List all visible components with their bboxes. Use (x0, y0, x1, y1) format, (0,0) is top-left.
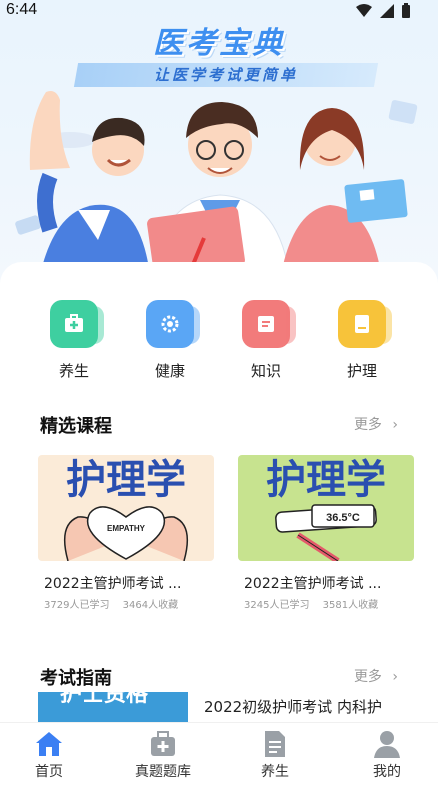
featured-section-title: 精选课程 (40, 416, 112, 437)
category-yangsheng[interactable]: 养生 (24, 300, 124, 381)
medical-bag-icon (151, 731, 175, 756)
course-card[interactable]: 护理学 36.5°C 2022主管护师考试 ... 3245人已学习 3581人… (238, 455, 414, 611)
chevron-right-icon: › (392, 669, 398, 685)
bottom-nav: 首页 真题题库 养生 我的 (0, 722, 438, 788)
category-label: 护理 (346, 362, 377, 380)
heart-hands-icon: EMPATHY (63, 506, 189, 561)
guide-thumbnail: 护士资格 (38, 692, 188, 722)
course-thumbnail: 护理学 36.5°C (238, 455, 414, 561)
course-card[interactable]: 护理学 EMPATHY 2022主管护师考试 ... 3729人已学习 3464… (38, 455, 214, 611)
course-name: 2022主管护师考试 ... (244, 576, 382, 592)
nav-label: 养生 (261, 764, 289, 780)
nav-profile[interactable]: 我的 (332, 727, 438, 781)
guide-section-title: 考试指南 (40, 668, 112, 689)
document-icon (265, 731, 285, 757)
empathy-caption: EMPATHY (107, 524, 146, 533)
chevron-right-icon: › (392, 417, 398, 433)
signal-icon (380, 3, 394, 18)
category-label: 养生 (58, 362, 89, 380)
category-jiankang[interactable]: 健康 (120, 300, 220, 381)
course-name: 2022主管护师考试 ... (44, 576, 182, 592)
course-favorites: 3464人收藏 (122, 600, 179, 611)
doctors-illustration (15, 91, 418, 280)
nav-health[interactable]: 养生 (220, 727, 330, 781)
thermometer-icon: 36.5°C (275, 504, 377, 561)
profile-icon (374, 731, 400, 758)
category-zhishi[interactable]: 知识 (216, 300, 316, 381)
course-favorites: 3581人收藏 (322, 600, 379, 611)
more-label: 更多 (353, 417, 382, 433)
guide-item-title: 2022初级护师考试 内科护 (204, 698, 382, 716)
status-bar: 6:44 (0, 0, 438, 26)
course-meta: 3729人已学习 3464人收藏 (44, 596, 214, 611)
nav-label: 我的 (373, 764, 401, 780)
more-label: 更多 (353, 669, 382, 685)
guide-item[interactable]: 护士资格 2022初级护师考试 内科护 (38, 692, 408, 722)
knowledge-card-icon (242, 300, 296, 348)
medical-kit-icon (50, 300, 104, 348)
nav-home[interactable]: 首页 (0, 727, 104, 781)
course-thumbnail: 护理学 EMPATHY (38, 455, 214, 561)
category-label: 知识 (250, 362, 281, 380)
nursing-book-icon (338, 300, 392, 348)
course-learners: 3245人已学习 (244, 600, 310, 611)
category-grid: 养生 健康 知识 护理 (0, 300, 438, 390)
battery-icon (402, 3, 410, 18)
wifi-icon (356, 3, 372, 17)
health-gear-icon (146, 300, 200, 348)
status-time: 6:44 (6, 1, 38, 18)
temperature-caption: 36.5°C (326, 512, 360, 524)
nav-label: 首页 (35, 764, 63, 780)
category-huli[interactable]: 护理 (312, 300, 412, 381)
nav-question-bank[interactable]: 真题题库 (108, 727, 218, 781)
nav-label: 真题题库 (135, 764, 191, 780)
guide-more-link[interactable]: 更多 › (354, 666, 398, 686)
home-icon (36, 732, 62, 756)
course-learners: 3729人已学习 (44, 600, 110, 611)
course-meta: 3245人已学习 3581人收藏 (244, 596, 414, 611)
hero-banner: 医考宝典 让医学考试更简单 (0, 0, 438, 290)
featured-more-link[interactable]: 更多 › (354, 414, 398, 434)
guide-thumb-text: 护士资格 (60, 692, 149, 707)
category-label: 健康 (154, 362, 185, 380)
status-icons (356, 3, 410, 18)
